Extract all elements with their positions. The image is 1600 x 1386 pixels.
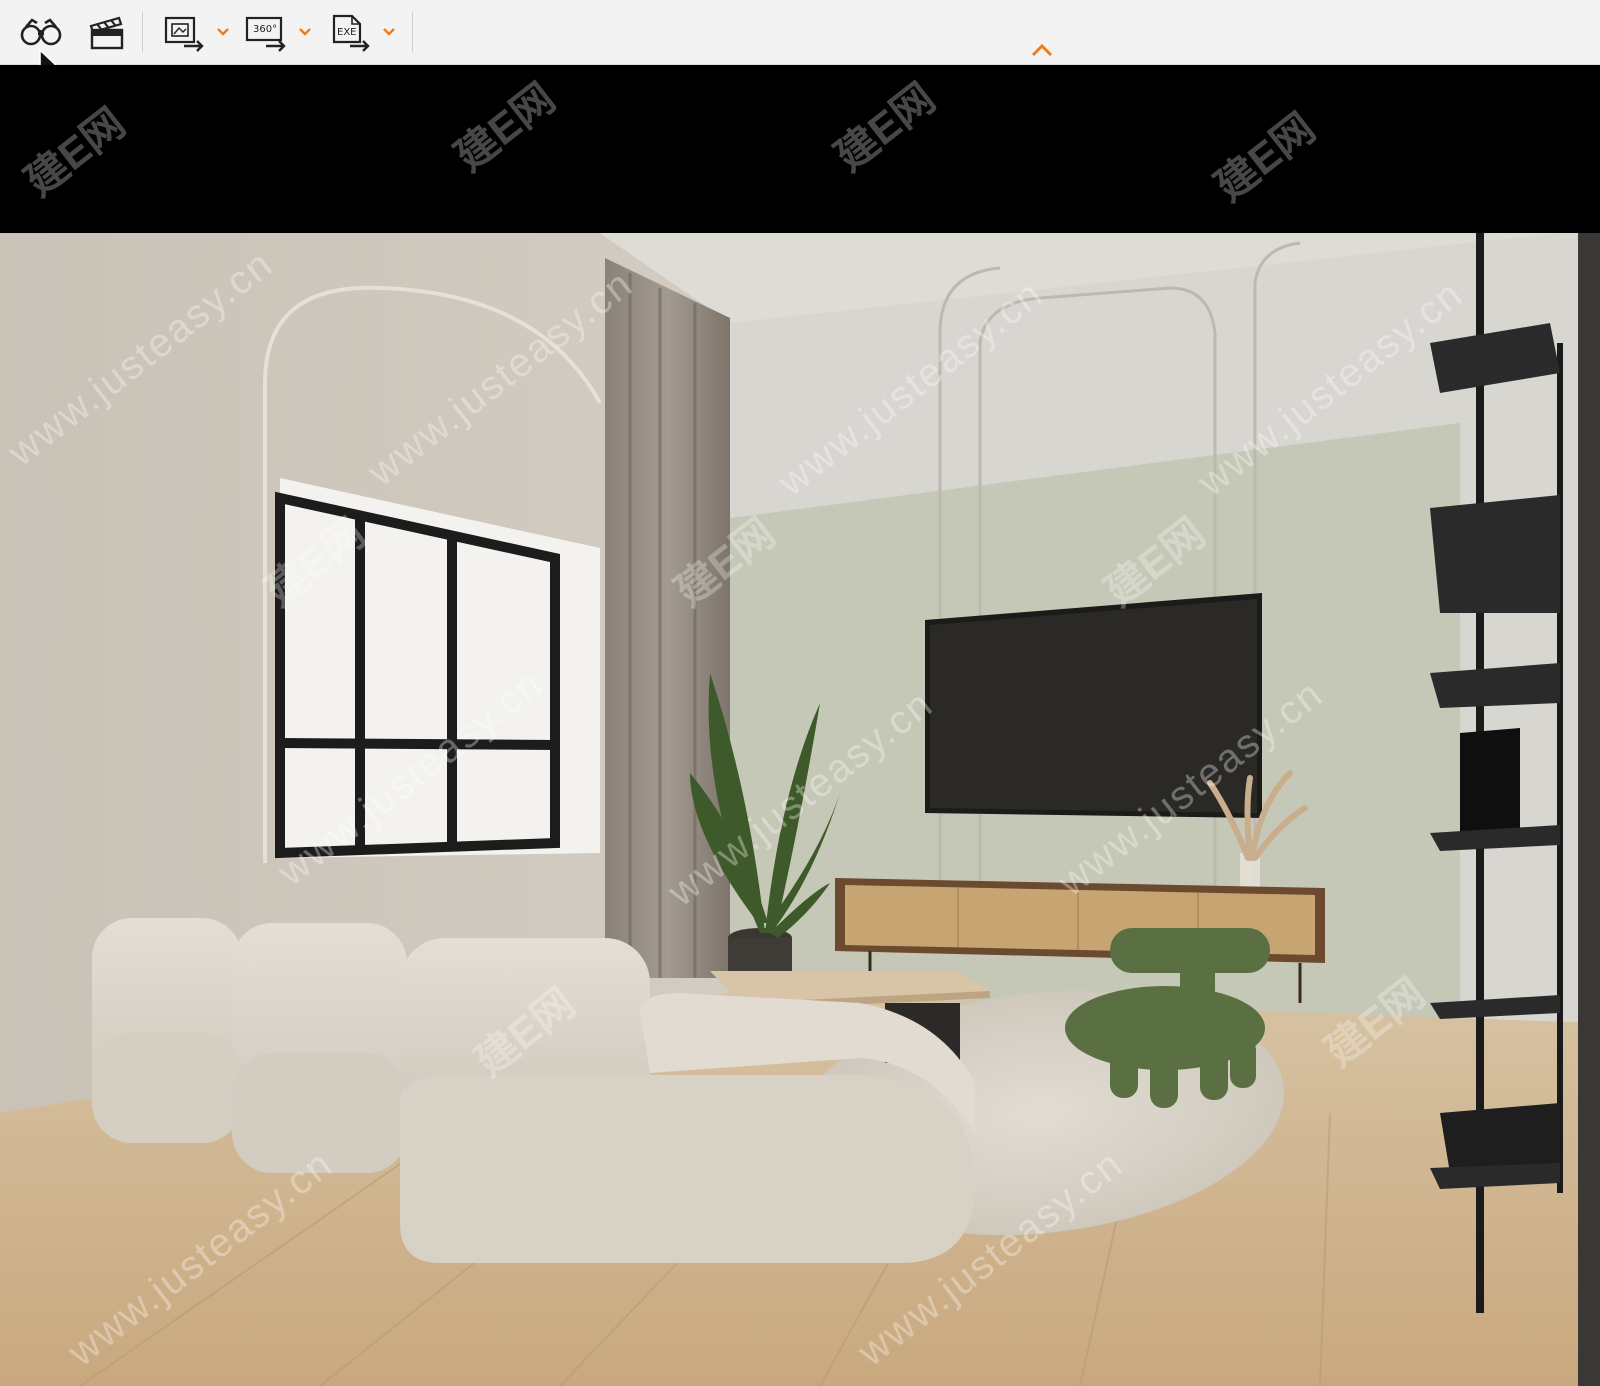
export-360-button[interactable]: 360°: [242, 10, 292, 54]
room-render: [0, 233, 1600, 1386]
svg-text:360°: 360°: [253, 24, 277, 35]
collapse-toolbar-button[interactable]: [1028, 40, 1056, 62]
binoculars-icon: [18, 17, 64, 47]
panorama-360-export-icon: 360°: [244, 12, 290, 52]
clapperboard-icon: [87, 12, 127, 52]
animation-button[interactable]: [84, 10, 130, 54]
export-images-button[interactable]: [160, 10, 210, 54]
toolbar: 360° EXE: [0, 0, 1600, 65]
image-export-icon: [162, 12, 208, 52]
chevron-down-icon: [298, 22, 312, 41]
export-360-dropdown[interactable]: [296, 20, 314, 42]
svg-text:EXE: EXE: [337, 27, 357, 38]
export-images-dropdown[interactable]: [214, 20, 232, 42]
render-viewport[interactable]: [0, 65, 1600, 1386]
export-exe-dropdown[interactable]: [380, 20, 398, 42]
toolbar-separator: [142, 12, 143, 52]
exe-export-icon: EXE: [328, 12, 374, 52]
chevron-down-icon: [216, 22, 230, 41]
toolbar-separator: [412, 12, 413, 52]
chevron-up-icon: [1030, 42, 1054, 61]
export-exe-button[interactable]: EXE: [326, 10, 376, 54]
chevron-down-icon: [382, 22, 396, 41]
